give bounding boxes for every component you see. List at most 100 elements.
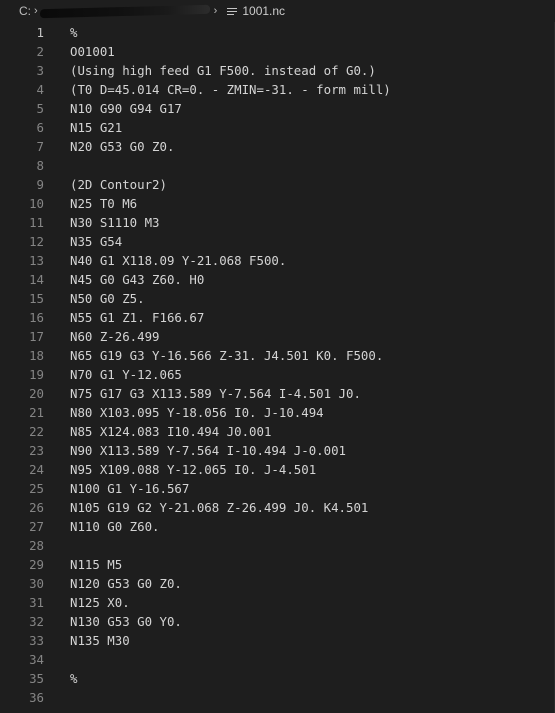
code-text[interactable]: N20 G53 G0 Z0. xyxy=(70,137,174,156)
line-number: 9 xyxy=(36,177,44,192)
code-text[interactable]: N75 G17 G3 X113.589 Y-7.564 I-4.501 J0. xyxy=(70,384,361,403)
code-line[interactable]: 27 N110 G0 Z60. xyxy=(0,517,555,536)
code-line[interactable]: 13 N40 G1 X118.09 Y-21.068 F500. xyxy=(0,251,555,270)
line-number: 36 xyxy=(29,690,44,705)
code-text[interactable]: N85 X124.083 I10.494 J0.001 xyxy=(70,422,271,441)
line-number: 31 xyxy=(29,595,44,610)
code-line[interactable]: 24 N95 X109.088 Y-12.065 I0. J-4.501 xyxy=(0,460,555,479)
code-line[interactable]: 2 O01001 xyxy=(0,42,555,61)
line-number: 14 xyxy=(29,272,44,287)
code-text[interactable]: % xyxy=(70,669,77,688)
code-line[interactable]: 32 N130 G53 G0 Y0. xyxy=(0,612,555,631)
line-number: 12 xyxy=(29,234,44,249)
code-line[interactable]: 11 N30 S1110 M3 xyxy=(0,213,555,232)
code-line[interactable]: 8 xyxy=(0,156,555,175)
code-line[interactable]: 20 N75 G17 G3 X113.589 Y-7.564 I-4.501 J0… xyxy=(0,384,555,403)
code-text[interactable]: N40 G1 X118.09 Y-21.068 F500. xyxy=(70,251,286,270)
line-number: 13 xyxy=(29,253,44,268)
code-line[interactable]: 10 N25 T0 M6 xyxy=(0,194,555,213)
code-line[interactable]: 22 N85 X124.083 I10.494 J0.001 xyxy=(0,422,555,441)
code-line[interactable]: 23 N90 X113.589 Y-7.564 I-10.494 J-0.001 xyxy=(0,441,555,460)
code-text[interactable]: O01001 xyxy=(70,42,115,61)
code-line[interactable]: 5 N10 G90 G94 G17 xyxy=(0,99,555,118)
line-number: 7 xyxy=(36,139,44,154)
line-number: 1 xyxy=(36,25,44,40)
line-number: 21 xyxy=(29,405,44,420)
code-text[interactable]: N135 M30 xyxy=(70,631,130,650)
code-line[interactable]: 18 N65 G19 G3 Y-16.566 Z-31. J4.501 K0. F… xyxy=(0,346,555,365)
code-line[interactable]: 28 xyxy=(0,536,555,555)
code-line[interactable]: 29 N115 M5 xyxy=(0,555,555,574)
code-line[interactable]: 36 xyxy=(0,688,555,707)
code-text[interactable]: N115 M5 xyxy=(70,555,122,574)
line-number: 24 xyxy=(29,462,44,477)
code-text[interactable]: N10 G90 G94 G17 xyxy=(70,99,182,118)
code-text[interactable]: N80 X103.095 Y-18.056 I0. J-10.494 xyxy=(70,403,324,422)
code-line[interactable]: 15 N50 G0 Z5. xyxy=(0,289,555,308)
code-text[interactable]: N15 G21 xyxy=(70,118,122,137)
code-text[interactable]: N60 Z-26.499 xyxy=(70,327,160,346)
code-text[interactable]: N125 X0. xyxy=(70,593,130,612)
code-text[interactable]: N105 G19 G2 Y-21.068 Z-26.499 J0. K4.501 xyxy=(70,498,368,517)
breadcrumb-root[interactable]: C: xyxy=(19,4,31,18)
code-text[interactable]: N55 G1 Z1. F166.67 xyxy=(70,308,204,327)
line-number: 17 xyxy=(29,329,44,344)
breadcrumb: C: › › 1001.nc xyxy=(0,0,555,22)
code-line[interactable]: 12 N35 G54 xyxy=(0,232,555,251)
code-text[interactable]: N25 T0 M6 xyxy=(70,194,137,213)
code-line[interactable]: 16 N55 G1 Z1. F166.67 xyxy=(0,308,555,327)
code-text[interactable]: N70 G1 Y-12.065 xyxy=(70,365,182,384)
code-line[interactable]: 19 N70 G1 Y-12.065 xyxy=(0,365,555,384)
code-text[interactable]: N120 G53 G0 Z0. xyxy=(70,574,182,593)
code-text[interactable]: N95 X109.088 Y-12.065 I0. J-4.501 xyxy=(70,460,316,479)
code-text[interactable]: N110 G0 Z60. xyxy=(70,517,160,536)
redacted-path[interactable] xyxy=(39,4,210,18)
code-text[interactable]: (T0 D=45.014 CR=0. - ZMIN=-31. - form mi… xyxy=(70,80,391,99)
code-line[interactable]: 14 N45 G0 G43 Z60. H0 xyxy=(0,270,555,289)
line-number: 8 xyxy=(36,158,44,173)
line-number: 34 xyxy=(29,652,44,667)
code-line[interactable]: 21 N80 X103.095 Y-18.056 I0. J-10.494 xyxy=(0,403,555,422)
code-text[interactable]: N30 S1110 M3 xyxy=(70,213,160,232)
code-text[interactable]: (2D Contour2) xyxy=(70,175,167,194)
breadcrumb-file-name[interactable]: 1001.nc xyxy=(242,4,285,18)
code-text[interactable]: N35 G54 xyxy=(70,232,122,251)
code-line[interactable]: 34 xyxy=(0,650,555,669)
code-editor[interactable]: 1% 2 O01001 3 (Using high feed G1 F500. inst… xyxy=(0,22,555,713)
line-number: 6 xyxy=(36,120,44,135)
code-line[interactable]: 33 N135 M30 xyxy=(0,631,555,650)
code-line[interactable]: 17 N60 Z-26.499 xyxy=(0,327,555,346)
line-number: 19 xyxy=(29,367,44,382)
code-line[interactable]: 7 N20 G53 G0 Z0. xyxy=(0,137,555,156)
code-line[interactable]: 25 N100 G1 Y-16.567 xyxy=(0,479,555,498)
code-line[interactable]: 35% xyxy=(0,669,555,688)
line-number: 10 xyxy=(29,196,44,211)
chevron-right-icon: › xyxy=(34,5,38,17)
code-text[interactable]: N45 G0 G43 Z60. H0 xyxy=(70,270,204,289)
code-line[interactable]: 30 N120 G53 G0 Z0. xyxy=(0,574,555,593)
code-line[interactable]: 9 (2D Contour2) xyxy=(0,175,555,194)
line-number: 4 xyxy=(36,82,44,97)
code-text[interactable]: % xyxy=(70,23,77,42)
line-number: 18 xyxy=(29,348,44,363)
line-number: 26 xyxy=(29,500,44,515)
code-text[interactable]: (Using high feed G1 F500. instead of G0.… xyxy=(70,61,376,80)
code-text[interactable]: N50 G0 Z5. xyxy=(70,289,145,308)
line-number: 32 xyxy=(29,614,44,629)
code-text[interactable]: N65 G19 G3 Y-16.566 Z-31. J4.501 K0. F50… xyxy=(70,346,383,365)
code-line[interactable]: 3 (Using high feed G1 F500. instead of G0… xyxy=(0,61,555,80)
code-line[interactable]: 1% xyxy=(0,23,555,42)
line-number: 2 xyxy=(36,44,44,59)
line-number: 25 xyxy=(29,481,44,496)
line-number: 5 xyxy=(36,101,44,116)
code-line[interactable]: 31 N125 X0. xyxy=(0,593,555,612)
code-text[interactable]: N90 X113.589 Y-7.564 I-10.494 J-0.001 xyxy=(70,441,346,460)
code-text[interactable]: N100 G1 Y-16.567 xyxy=(70,479,189,498)
code-text[interactable]: N130 G53 G0 Y0. xyxy=(70,612,182,631)
code-line[interactable]: 4 (T0 D=45.014 CR=0. - ZMIN=-31. - form m… xyxy=(0,80,555,99)
code-line[interactable]: 26 N105 G19 G2 Y-21.068 Z-26.499 J0. K4.5… xyxy=(0,498,555,517)
line-number: 15 xyxy=(29,291,44,306)
line-number: 11 xyxy=(29,215,44,230)
line-number: 30 xyxy=(29,576,44,591)
code-line[interactable]: 6 N15 G21 xyxy=(0,118,555,137)
